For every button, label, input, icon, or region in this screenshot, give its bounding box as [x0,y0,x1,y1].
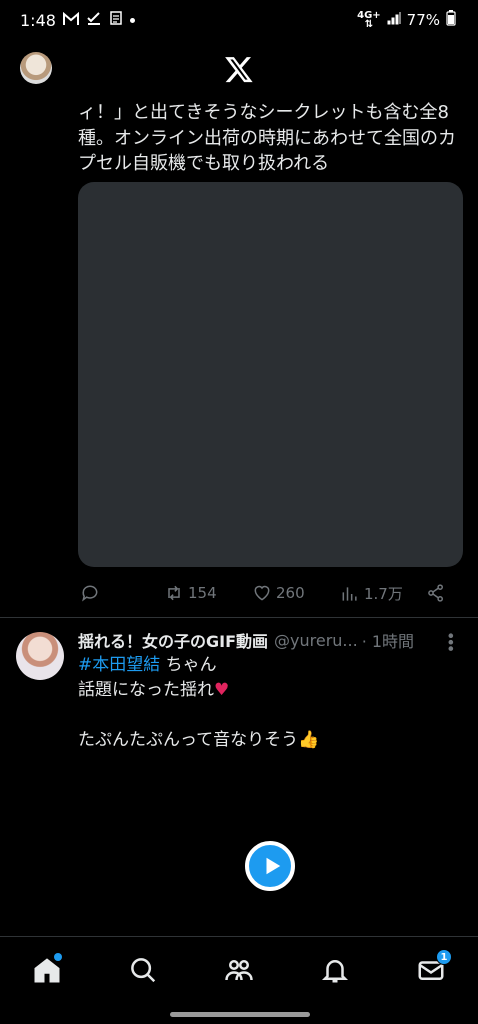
like-button[interactable]: 260 [252,583,305,603]
retweet-button[interactable]: 154 [164,583,217,603]
notifications-icon [321,960,349,983]
tweet-text[interactable]: ィ！」と出てきそうなシークレットも含む全8種。オンライン出荷の時期にあわせて全国… [78,100,470,177]
search-icon [131,958,156,983]
status-time: 1:48 [20,10,56,30]
battery-icon [446,10,456,30]
author-name[interactable]: 揺れる！女の子のGIF動画 [78,628,268,652]
tab-messages[interactable]: 1 [416,949,452,985]
app-icon [109,10,123,30]
tweet-line-3-text: たぷんたぷんって音なりそう [78,730,299,750]
retweet-count: 154 [188,584,217,602]
tweet-line-1: #本田望結 ちゃん [78,654,217,676]
tweet-media[interactable] [78,182,463,567]
tab-home[interactable] [32,953,62,985]
tweet-time: · 1時間 [361,632,415,651]
network-indicator: 4G+ ⇅ [357,10,381,30]
messages-badge: 1 [436,949,452,965]
share-button[interactable] [426,583,446,603]
tab-communities[interactable] [224,955,254,985]
author-avatar[interactable] [16,632,64,680]
communities-icon [225,960,253,981]
system-nav-bar [0,1008,478,1024]
battery-percent: 77% [406,11,440,29]
gmail-icon [62,11,79,30]
tab-notifications[interactable] [320,955,350,985]
reply-button[interactable] [80,583,100,603]
divider [0,617,478,618]
x-logo-icon [225,57,253,83]
status-bar: 1:48 4G+ ⇅ 77% [0,0,478,40]
tweet-actions: 154 260 1.7万 [78,578,458,608]
more-options-icon[interactable]: ••• [441,631,460,650]
profile-avatar[interactable] [20,52,52,84]
views-button[interactable]: 1.7万 [340,583,403,604]
tweet-header: 揺れる！女の子のGIF動画 @yureru... · 1時間 [78,628,468,652]
thumbs-up-icon: 👍 [298,730,320,750]
views-icon [342,586,357,601]
tab-search[interactable] [128,955,158,985]
tweet-line-2: 話題になった揺れ♥ [78,679,229,701]
bottom-tab-bar: 1 [0,936,478,1008]
home-indicator[interactable] [170,1012,310,1017]
play-button[interactable] [245,841,295,891]
tweet-line-2-text: 話題になった揺れ [78,680,214,700]
tweet-line-3: たぷんたぷんって音なりそう👍 [78,729,319,751]
hashtag-link[interactable]: #本田望結 [78,655,160,675]
views-count: 1.7万 [364,585,403,603]
like-count: 260 [276,584,305,602]
task-icon [86,10,102,30]
share-icon [428,584,443,602]
author-handle[interactable]: @yureru... [274,631,358,650]
reply-icon [82,585,98,602]
dot-icon [129,17,135,23]
like-icon [254,585,270,601]
play-icon [266,857,280,875]
retweet-icon [168,585,180,601]
red-heart-icon: ♥ [214,680,230,700]
top-bar [0,46,478,92]
hashtag-suffix: ちゃん [160,655,217,675]
home-badge-dot [54,953,62,961]
signal-icon [387,11,401,29]
